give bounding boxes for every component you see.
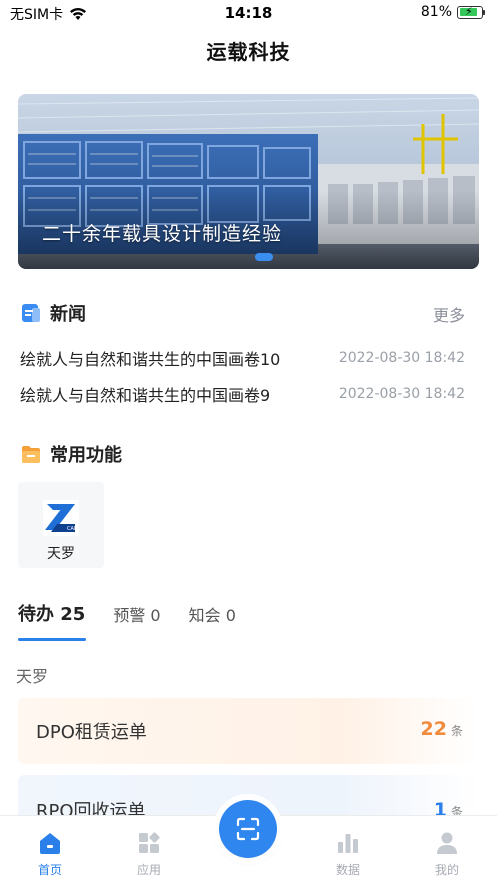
svg-text:CAR: CAR (67, 526, 78, 532)
banner-carousel[interactable]: 二十余年载具设计制造经验 (18, 94, 479, 269)
tab-notify[interactable]: 知会 0 (189, 602, 236, 636)
tab-warning[interactable]: 预警 0 (113, 602, 160, 636)
nav-label: 首页 (37, 863, 62, 877)
active-tab-indicator (18, 638, 86, 641)
task-card-count: 22 条 (421, 718, 463, 740)
news-icon (22, 304, 40, 322)
scan-icon (236, 817, 260, 841)
news-more-link[interactable]: 更多 (433, 302, 465, 326)
nav-home[interactable]: 首页 (20, 830, 80, 878)
functions-section-header: 常用功能 (20, 441, 122, 467)
status-bar: 无SIM卡 14:18 81% ⚡ (0, 0, 497, 28)
task-count-value: 22 (420, 718, 447, 740)
battery-indicator: 81% ⚡ (421, 4, 485, 20)
functions-section-title: 常用功能 (50, 445, 122, 466)
nav-label: 应用 (136, 863, 161, 877)
function-label: 天罗 (47, 546, 75, 562)
battery-icon: ⚡ (457, 5, 483, 19)
nav-label: 我的 (434, 863, 459, 877)
chart-icon (338, 834, 358, 853)
task-card-title: DPO租赁运单 (36, 722, 147, 743)
nav-label: 数据 (335, 863, 360, 877)
battery-percent: 81% (420, 4, 452, 20)
news-item[interactable]: 绘就人与自然和谐共生的中国画卷10 2022-08-30 18:42 (20, 346, 465, 370)
nav-data[interactable]: 数据 (318, 830, 378, 878)
news-title: 绘就人与自然和谐共生的中国画卷10 (20, 350, 281, 369)
folder-icon (22, 446, 40, 463)
task-card-dpo[interactable]: DPO租赁运单 22 条 (18, 698, 479, 764)
task-group-label: 天罗 (16, 667, 49, 686)
carousel-indicator[interactable] (255, 253, 273, 261)
task-count-unit: 条 (450, 724, 463, 738)
function-tile-tianluo[interactable]: CAR 天罗 (18, 482, 104, 568)
news-section-header: 新闻 (20, 300, 86, 326)
news-item[interactable]: 绘就人与自然和谐共生的中国画卷9 2022-08-30 18:42 (20, 382, 465, 406)
scan-button[interactable] (219, 800, 277, 858)
apps-icon (139, 832, 160, 853)
user-icon (437, 832, 457, 854)
nav-profile[interactable]: 我的 (417, 830, 477, 878)
news-date: 2022-08-30 18:42 (338, 386, 465, 402)
home-icon (40, 833, 60, 854)
task-tabs: 待办 25 预警 0 知会 0 (18, 600, 236, 636)
news-title: 绘就人与自然和谐共生的中国画卷9 (20, 386, 271, 405)
page-title: 运载科技 (206, 40, 291, 64)
nav-apps[interactable]: 应用 (119, 830, 179, 878)
banner-caption: 二十余年载具设计制造经验 (42, 223, 283, 245)
news-date: 2022-08-30 18:42 (338, 350, 465, 366)
tab-todo[interactable]: 待办 25 (18, 600, 85, 636)
news-section-title: 新闻 (50, 304, 86, 325)
tianluo-app-icon: CAR (43, 500, 79, 536)
